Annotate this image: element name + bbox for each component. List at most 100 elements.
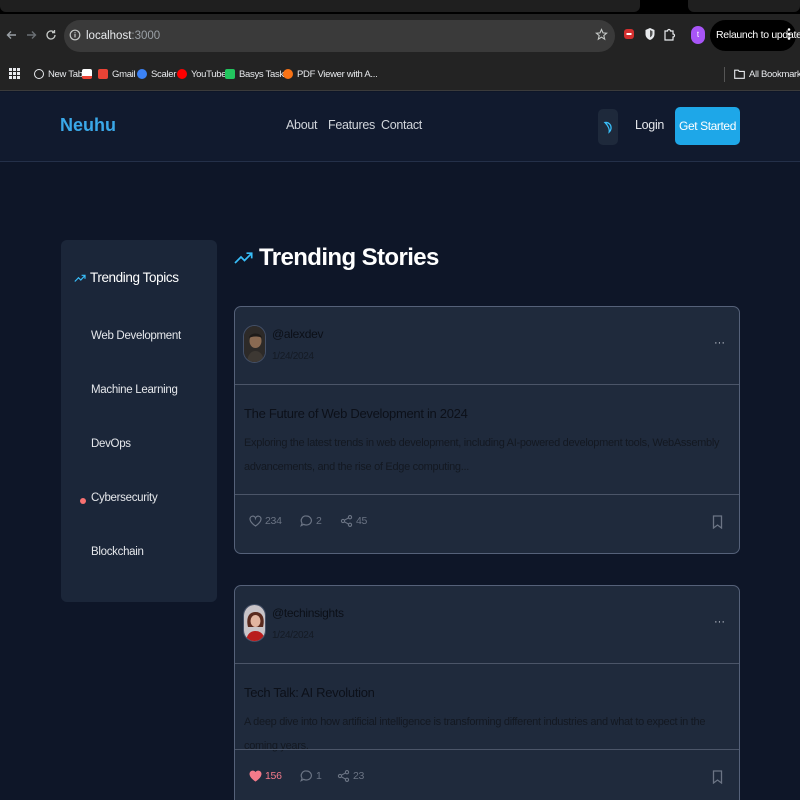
all-bookmarks[interactable]: All Bookmarks: [734, 67, 800, 81]
bookmarks-divider: [724, 67, 725, 82]
extension-red-icon[interactable]: [623, 25, 635, 43]
like-button[interactable]: 234: [249, 515, 282, 527]
story-excerpt: Exploring the latest trends in web devel…: [244, 437, 720, 473]
basys-icon: [225, 69, 235, 79]
bookmark-new-tab[interactable]: New Tab: [34, 67, 83, 81]
story-actions: 234 2 45: [235, 494, 739, 553]
topic-web-development[interactable]: Web Development: [91, 330, 181, 342]
post-date: 1/24/2024: [272, 630, 314, 641]
more-options-icon[interactable]: ···: [714, 616, 725, 628]
post-date: 1/24/2024: [272, 351, 314, 362]
bookmark-label: YouTube: [191, 68, 227, 80]
gmail-icon: [98, 69, 108, 79]
reload-icon[interactable]: [44, 27, 58, 43]
bookmark-label: PDF Viewer with A...: [297, 68, 378, 80]
apps-grid-icon[interactable]: [9, 67, 20, 80]
heart-icon: [249, 515, 262, 527]
nav-contact[interactable]: Contact: [381, 118, 422, 132]
all-bookmarks-label: All Bookmarks: [749, 68, 800, 80]
browser-tab-strip: [0, 0, 800, 14]
share-button[interactable]: 45: [340, 515, 367, 527]
story-card[interactable]: @techinsights 1/24/2024 ··· Tech Talk: A…: [234, 585, 740, 800]
share-button[interactable]: 23: [337, 770, 364, 782]
address-bar[interactable]: localhost:3000: [64, 20, 615, 52]
share-count: 45: [356, 515, 368, 527]
comment-count: 1: [316, 770, 322, 782]
login-link[interactable]: Login: [635, 118, 664, 132]
story-title[interactable]: Tech Talk: AI Revolution: [244, 685, 375, 700]
bookmark-gmail-m[interactable]: [82, 67, 92, 81]
bookmark-label: Basys Tasks: [239, 68, 289, 80]
active-topic-indicator: [80, 498, 86, 504]
bookmark-basys-tasks[interactable]: Basys Tasks: [225, 67, 289, 81]
relaunch-button[interactable]: Relaunch to update: [710, 20, 800, 51]
author-avatar[interactable]: [243, 325, 266, 363]
extension-shield-icon[interactable]: [644, 25, 656, 43]
pdf-icon: [283, 69, 293, 79]
comment-button[interactable]: 1: [300, 770, 322, 782]
topic-cybersecurity[interactable]: Cybersecurity: [91, 492, 158, 504]
more-options-icon[interactable]: ···: [714, 337, 725, 349]
site-logo[interactable]: Neuhu: [60, 115, 116, 136]
author-avatar[interactable]: [243, 604, 266, 642]
story-card[interactable]: @alexdev 1/24/2024 ··· The Future of Web…: [234, 306, 740, 554]
share-count: 23: [353, 770, 365, 782]
heart-filled-icon: [249, 770, 262, 782]
bookmark-scaler[interactable]: Scaler: [137, 67, 176, 81]
nav-features[interactable]: Features: [328, 118, 375, 132]
bookmark-label: Gmail: [112, 68, 136, 80]
folder-icon: [734, 69, 745, 79]
story-card-header: @alexdev 1/24/2024 ···: [235, 307, 739, 385]
bookmark-star-icon[interactable]: [595, 28, 608, 42]
bookmark-icon[interactable]: [712, 515, 723, 529]
trending-topics-heading: Trending Topics: [74, 270, 179, 285]
browser-tab[interactable]: [688, 0, 800, 12]
scaler-icon: [137, 69, 147, 79]
trending-topics-title: Trending Topics: [90, 270, 179, 285]
comment-icon: [300, 515, 312, 527]
like-button[interactable]: 156: [249, 770, 282, 782]
youtube-icon: [177, 69, 187, 79]
share-icon: [337, 770, 350, 782]
author-handle[interactable]: @techinsights: [272, 606, 344, 620]
extensions-puzzle-icon[interactable]: [662, 25, 676, 43]
author-handle[interactable]: @alexdev: [272, 327, 323, 341]
bookmark-youtube[interactable]: YouTube: [177, 67, 227, 81]
moon-icon: [603, 121, 612, 134]
gmail-icon: [82, 69, 92, 79]
topic-devops[interactable]: DevOps: [91, 438, 131, 450]
site-info-icon[interactable]: [69, 29, 81, 41]
profile-avatar[interactable]: t: [691, 26, 705, 44]
comment-count: 2: [316, 515, 322, 527]
url-text: localhost:3000: [86, 28, 160, 44]
theme-toggle-button[interactable]: [598, 109, 618, 145]
url-port: :3000: [131, 30, 161, 42]
url-host: localhost: [86, 30, 132, 42]
get-started-button[interactable]: Get Started: [675, 107, 740, 145]
bookmark-icon[interactable]: [712, 770, 723, 784]
site-header: Neuhu About Features Contact Login Get S…: [0, 92, 800, 162]
globe-icon: [34, 69, 44, 79]
trending-topics-sidebar: Trending Topics Web Development Machine …: [61, 240, 217, 602]
browser-tab[interactable]: [0, 0, 640, 12]
comment-button[interactable]: 2: [300, 515, 322, 527]
topic-machine-learning[interactable]: Machine Learning: [91, 384, 178, 396]
browser-menu-icon[interactable]: [787, 27, 791, 41]
trending-up-icon: [74, 274, 86, 282]
story-title[interactable]: The Future of Web Development in 2024: [244, 406, 468, 421]
nav-about[interactable]: About: [286, 118, 317, 132]
topic-blockchain[interactable]: Blockchain: [91, 546, 144, 558]
bookmark-pdf-viewer[interactable]: PDF Viewer with A...: [283, 67, 378, 81]
back-icon[interactable]: [5, 27, 19, 43]
like-count: 156: [265, 770, 282, 782]
bookmark-label: New Tab: [48, 68, 83, 80]
trending-up-icon: [234, 252, 253, 264]
bookmark-label: Scaler: [151, 68, 177, 80]
forward-icon[interactable]: [24, 27, 38, 43]
bookmark-gmail[interactable]: Gmail: [98, 67, 136, 81]
story-card-header: @techinsights 1/24/2024 ···: [235, 586, 739, 664]
trending-stories-title: Trending Stories: [259, 244, 439, 271]
trending-stories-heading: Trending Stories: [234, 244, 439, 272]
bookmarks-bar: New Tab Gmail Scaler YouTube Basys Tasks…: [0, 58, 800, 91]
like-count: 234: [265, 515, 282, 527]
